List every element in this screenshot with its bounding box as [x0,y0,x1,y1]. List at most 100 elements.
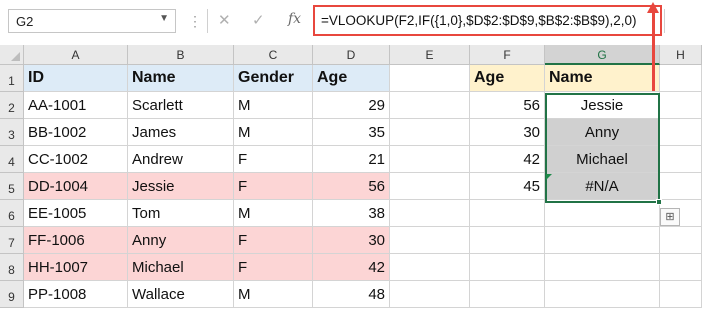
paste-options-icon[interactable]: ⊞ [660,208,680,226]
column-header-e[interactable]: E [390,45,470,65]
table-cell[interactable]: Jessie [128,173,234,200]
empty-cell[interactable] [660,119,702,146]
table-cell[interactable]: M [234,119,313,146]
table-cell[interactable]: 38 [313,200,390,227]
empty-cell[interactable] [390,119,470,146]
lookup-result-cell[interactable]: Jessie [545,92,660,119]
table-cell[interactable]: CC-1002 [24,146,128,173]
empty-cell[interactable] [470,227,545,254]
table-cell[interactable]: 21 [313,146,390,173]
select-all-button[interactable] [0,45,24,65]
table-cell[interactable]: Scarlett [128,92,234,119]
formula-input[interactable]: =VLOOKUP(F2,IF({1,0},$D$2:$D$9,$B$2:$B$9… [313,5,662,36]
table-cell[interactable]: Andrew [128,146,234,173]
table-cell[interactable]: F [234,254,313,281]
column-header-d[interactable]: D [313,45,390,65]
insert-function-icon[interactable]: fx [288,11,301,27]
table-cell[interactable]: F [234,227,313,254]
row-header-4[interactable]: 4 [0,146,24,173]
table-cell[interactable]: M [234,281,313,308]
table-cell[interactable]: M [234,92,313,119]
table-cell[interactable]: 48 [313,281,390,308]
row-header-5[interactable]: 5 [0,173,24,200]
lookup-age-cell[interactable]: 42 [470,146,545,173]
row-header-9[interactable]: 9 [0,281,24,308]
empty-cell[interactable] [390,146,470,173]
empty-cell[interactable] [660,65,702,92]
table-cell[interactable]: DD-1004 [24,173,128,200]
row-header-2[interactable]: 2 [0,92,24,119]
table-cell[interactable]: James [128,119,234,146]
table-cell[interactable]: M [234,200,313,227]
enter-icon[interactable]: ✓ [252,11,265,29]
empty-cell[interactable] [660,281,702,308]
row-header-6[interactable]: 6 [0,200,24,227]
table-cell[interactable]: Michael [128,254,234,281]
table-cell[interactable]: F [234,146,313,173]
row-header-1[interactable]: 1 [0,65,24,92]
name-box[interactable]: G2 ▼ [8,9,176,33]
chevron-down-icon[interactable]: ▼ [159,13,169,24]
empty-cell[interactable] [660,254,702,281]
column-header-h[interactable]: H [660,45,702,65]
empty-cell[interactable] [660,173,702,200]
empty-cell[interactable] [545,281,660,308]
table-cell[interactable]: PP-1008 [24,281,128,308]
row-header-8[interactable]: 8 [0,254,24,281]
table-cell[interactable]: HH-1007 [24,254,128,281]
lookup-age-cell[interactable]: 45 [470,173,545,200]
lookup-header-name[interactable]: Name [545,65,660,92]
empty-cell[interactable] [390,92,470,119]
lookup-age-cell[interactable]: 56 [470,92,545,119]
row-header-3[interactable]: 3 [0,119,24,146]
empty-cell[interactable] [390,173,470,200]
column-header-b[interactable]: B [128,45,234,65]
more-options-icon[interactable]: ⋮ [188,13,202,30]
table-header-cell[interactable]: Name [128,65,234,92]
lookup-result-cell[interactable]: Michael [545,146,660,173]
lookup-result-cell[interactable]: #N/A [545,173,660,200]
column-header-f[interactable]: F [470,45,545,65]
empty-cell[interactable] [660,227,702,254]
table-header-cell[interactable]: Gender [234,65,313,92]
empty-cell[interactable] [545,200,660,227]
empty-cell[interactable] [660,92,702,119]
formula-bar-expand[interactable] [664,9,694,33]
table-header-cell[interactable]: Age [313,65,390,92]
column-header-g[interactable]: G [545,45,660,65]
error-indicator-icon[interactable] [546,174,552,180]
cancel-icon[interactable]: ✕ [218,11,231,29]
empty-cell[interactable] [390,65,470,92]
table-cell[interactable]: EE-1005 [24,200,128,227]
table-cell[interactable]: 35 [313,119,390,146]
empty-cell[interactable] [470,281,545,308]
fill-handle[interactable] [656,199,662,205]
empty-cell[interactable] [390,281,470,308]
table-cell[interactable]: 30 [313,227,390,254]
table-cell[interactable]: Tom [128,200,234,227]
table-cell[interactable]: 29 [313,92,390,119]
empty-cell[interactable] [390,254,470,281]
empty-cell[interactable] [470,200,545,227]
table-cell[interactable]: F [234,173,313,200]
empty-cell[interactable] [390,200,470,227]
empty-cell[interactable] [390,227,470,254]
lookup-result-cell[interactable]: Anny [545,119,660,146]
table-header-cell[interactable]: ID [24,65,128,92]
lookup-age-cell[interactable]: 30 [470,119,545,146]
column-header-a[interactable]: A [24,45,128,65]
row-header-7[interactable]: 7 [0,227,24,254]
empty-cell[interactable] [470,254,545,281]
table-cell[interactable]: BB-1002 [24,119,128,146]
empty-cell[interactable] [545,254,660,281]
column-header-c[interactable]: C [234,45,313,65]
table-cell[interactable]: 56 [313,173,390,200]
table-cell[interactable]: FF-1006 [24,227,128,254]
table-cell[interactable]: Anny [128,227,234,254]
table-cell[interactable]: 42 [313,254,390,281]
table-cell[interactable]: Wallace [128,281,234,308]
table-cell[interactable]: AA-1001 [24,92,128,119]
empty-cell[interactable] [545,227,660,254]
lookup-header-age[interactable]: Age [470,65,545,92]
empty-cell[interactable] [660,146,702,173]
